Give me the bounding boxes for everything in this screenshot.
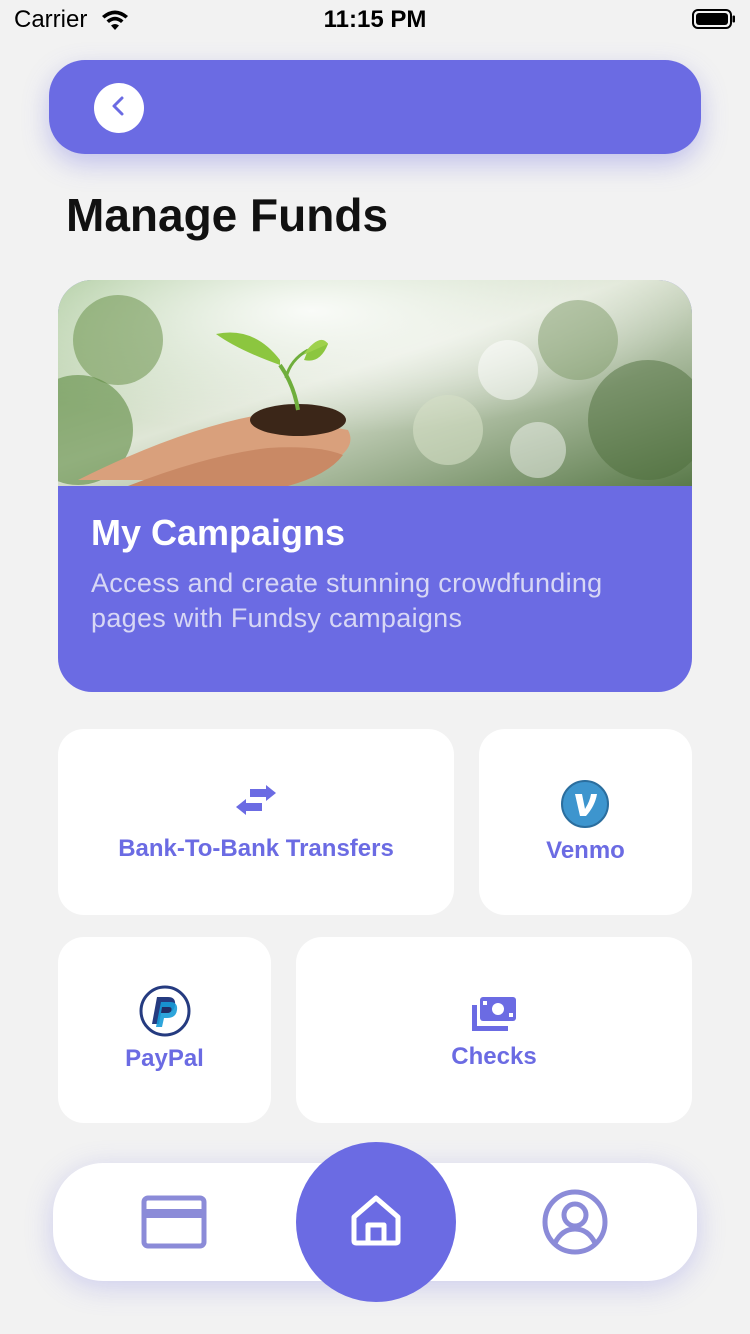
status-bar: Carrier 11:15 PM — [0, 0, 750, 40]
paypal-logo-icon — [139, 985, 191, 1042]
venmo-option[interactable]: Venmo — [479, 729, 692, 915]
paypal-option[interactable]: PayPal — [58, 937, 271, 1123]
transfer-arrows-icon — [236, 785, 276, 824]
page-title: Manage Funds — [66, 189, 389, 241]
header-bar — [49, 60, 701, 154]
venmo-logo-icon — [561, 780, 609, 833]
campaign-description: Access and create stunning crowdfunding … — [91, 568, 603, 633]
seedling-photo — [58, 280, 692, 486]
checks-label: Checks — [451, 1043, 537, 1070]
checks-option[interactable]: Checks — [296, 937, 692, 1123]
credit-card-icon[interactable] — [141, 1195, 207, 1254]
manage-funds-screen: Carrier 11:15 PM Manage Funds My Campaig… — [0, 0, 750, 1334]
my-campaigns-card[interactable]: My Campaigns Access and create stunning … — [58, 280, 692, 692]
campaign-title: My Campaigns — [91, 512, 346, 553]
home-nav-button[interactable] — [296, 1142, 456, 1302]
battery-icon — [692, 9, 736, 29]
user-circle-icon[interactable] — [542, 1189, 608, 1260]
chevron-left-icon — [108, 95, 130, 122]
back-button[interactable] — [94, 83, 144, 133]
venmo-label: Venmo — [546, 837, 625, 864]
bank-transfer-label: Bank-To-Bank Transfers — [118, 835, 394, 862]
home-icon — [349, 1193, 403, 1252]
bank-transfer-option[interactable]: Bank-To-Bank Transfers — [58, 729, 454, 915]
cash-bills-icon — [472, 997, 516, 1036]
paypal-label: PayPal — [125, 1045, 204, 1072]
status-time: 11:15 PM — [323, 6, 427, 33]
